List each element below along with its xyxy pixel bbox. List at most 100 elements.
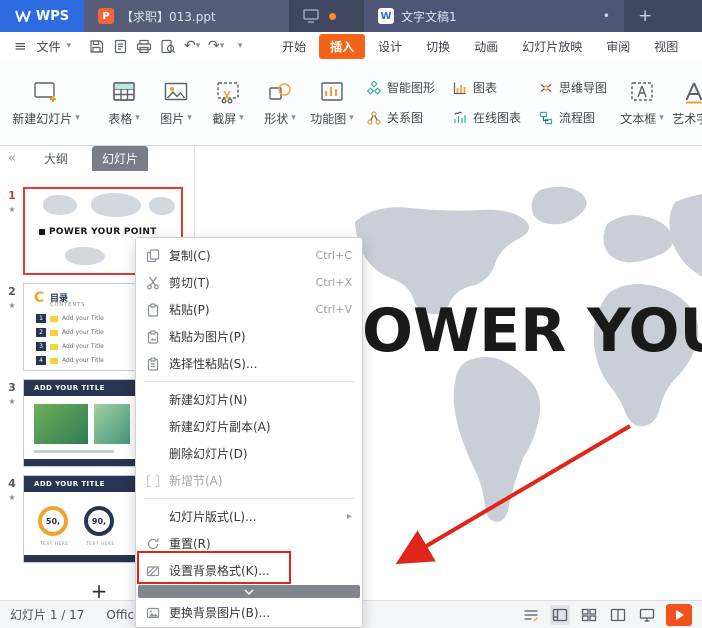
notes-button[interactable] [521,605,541,625]
tab-transitions[interactable]: 切换 [415,34,461,59]
save-button[interactable] [85,35,107,57]
ppt-tab-label: 【求职】013.ppt [121,9,216,24]
menu-item-label: 幻灯片版式(L)... [169,510,257,524]
print-preview-button[interactable] [157,35,179,57]
collapse-panel-icon[interactable]: « [8,151,16,166]
menu-item-cut[interactable]: 剪切(T) Ctrl+X [136,269,362,296]
menu-scroll-strip[interactable] [138,585,360,598]
mindmap-button[interactable]: 思维导图 [539,79,607,96]
mini-map-shape [91,193,141,217]
stat-value: 90, [91,516,107,526]
thumb-title: POWER YOUR POINT [49,227,157,237]
shapes-button[interactable]: 形状 ▾ [254,79,306,127]
smartart-icon [367,80,381,95]
thumb-photo [34,404,88,444]
play-icon [676,609,684,620]
screenshot-label: 截屏 [212,111,237,126]
menu-item-copy[interactable]: 复制(C) Ctrl+C [136,242,362,269]
wps-logo[interactable]: WPS [0,0,84,32]
tab-animation[interactable]: 动画 [463,34,509,59]
menu-item-delete-slide[interactable]: 删除幻灯片(D) [136,440,362,467]
notification-dot [329,12,336,20]
list-number: 3 [36,342,46,351]
contents-c-mark: C [34,290,45,306]
online-chart-icon [454,111,466,123]
list-number: 1 [36,314,46,323]
wps-w-icon [14,10,31,22]
stat-donut: 90, [84,506,114,536]
reset-icon [145,536,160,551]
menu-item-paste[interactable]: 粘贴(P) Ctrl+V [136,296,362,323]
table-icon [113,81,135,101]
menu-item-label: 选择性粘贴(S)... [169,357,258,371]
document-tab-doc[interactable]: W 文字文稿1 • [364,0,624,32]
caret-icon: ▾ [659,113,664,123]
view-reading-button[interactable] [608,605,628,625]
menu-item-label: 复制(C) [169,249,211,263]
tab-view[interactable]: 视图 [643,34,689,59]
flowchart-button[interactable]: 流程图 [539,109,607,126]
menu-item-paste-as-picture[interactable]: 粘贴为图片(P) [136,323,362,350]
picture-button[interactable]: 图片 ▾ [150,79,202,127]
redo-caret-icon: ▾ [219,41,225,51]
menu-item-label: 剪切(T) [169,276,210,290]
screenshot-button[interactable]: 截屏 ▾ [202,79,254,127]
table-button[interactable]: 表格 ▾ [98,79,150,127]
view-sorter-button[interactable] [579,605,599,625]
function-diagram-button[interactable]: 功能图 ▾ [306,79,358,127]
print-button[interactable] [133,35,155,57]
menu-item-label: 新建幻灯片副本(A) [169,420,271,434]
present-button[interactable] [637,605,657,625]
stat-donut: 50, [38,506,68,536]
menu-item-format-background[interactable]: 设置背景格式(K)... [136,557,362,584]
textbox-button[interactable]: 文本框 ▾ [616,79,668,127]
mindmap-label: 思维导图 [559,81,608,95]
stat-caption: TEXT HERE [40,542,69,547]
animation-star-icon: ★ [8,493,16,502]
play-slideshow-button[interactable] [666,603,692,626]
file-menu[interactable]: 文件 [35,38,63,55]
scroll-down-icon [244,589,254,595]
menu-item-duplicate-slide[interactable]: 新建幻灯片副本(A) [136,413,362,440]
screen-cast-icon[interactable] [303,9,319,23]
menu-item-reset[interactable]: 重置(R) [136,530,362,557]
document-tab-ppt[interactable]: P 【求职】013.ppt [84,0,289,32]
undo-icon: ↶ [183,38,196,54]
menu-item-slide-layout[interactable]: 幻灯片版式(L)... ▸ [136,503,362,530]
new-slide-button[interactable]: 新建幻灯片 ▾ [8,79,84,127]
menu-bar: ≡ 文件 ▾ ↶ ▾ ↷ ▾ ▾ 开始 插入 设计 切换 动画 幻灯片放映 审阅 视… [0,32,702,60]
mindmap-icon [540,83,552,92]
redo-button[interactable]: ↷ ▾ [205,35,227,57]
tab-slideshow[interactable]: 幻灯片放映 [511,34,593,59]
online-chart-button[interactable]: 在线图表 [453,109,521,126]
tab-slides[interactable]: 幻灯片 [92,146,149,171]
bullet-square [39,229,45,235]
slide-number: 1 [8,189,16,202]
menu-item-paste-special[interactable]: 选择性粘贴(S)... [136,350,362,377]
menu-shortcut: Ctrl+X [315,276,352,289]
undo-button[interactable]: ↶ ▾ [181,35,203,57]
tab-review[interactable]: 审阅 [595,34,641,59]
new-tab-button[interactable]: + [624,6,666,26]
tab-home[interactable]: 开始 [271,34,317,59]
wordart-button[interactable]: 艺术字▾ [668,79,702,127]
hamburger-icon[interactable]: ≡ [10,37,31,55]
chart-button[interactable]: 图表 [453,79,521,96]
menu-item-replace-background[interactable]: 更换背景图片(B)... [136,599,362,626]
animation-star-icon: ★ [8,397,16,406]
toolbar-more-button[interactable]: ▾ [229,35,251,57]
menu-item-new-slide[interactable]: 新建幻灯片(N) [136,386,362,413]
slide-title-text[interactable]: POWER YOUR POINT [318,296,702,366]
view-normal-button[interactable] [550,604,570,625]
tab-design[interactable]: 设计 [367,34,413,59]
export-button[interactable] [109,35,131,57]
mini-map-shape [149,197,175,215]
tab-outline[interactable]: 大纲 [34,146,78,171]
smartart-button[interactable]: 智能图形 [367,79,435,96]
tab-insert[interactable]: 插入 [319,33,366,59]
list-text: Add your Title [62,315,104,322]
relation-diagram-button[interactable]: 关系图 [367,109,435,126]
paste-as-picture-icon [145,329,160,344]
file-caret-icon[interactable]: ▾ [67,41,72,51]
redo-icon: ↷ [207,38,220,54]
